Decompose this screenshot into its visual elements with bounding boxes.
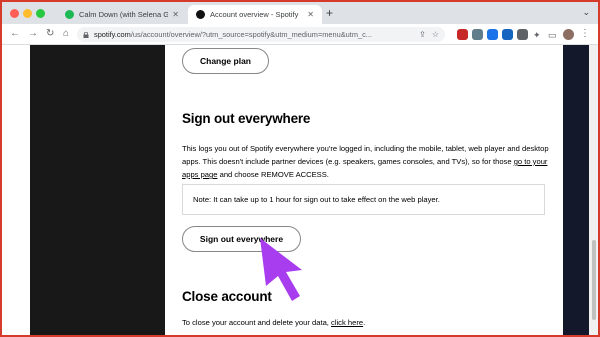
close-window-button[interactable]	[10, 9, 19, 18]
tab-calm-down[interactable]: Calm Down (with Selena Gome ✕	[57, 5, 187, 24]
puzzle-icon[interactable]: ✦	[533, 29, 541, 41]
left-margin	[2, 45, 30, 335]
reload-icon[interactable]: ↻	[46, 28, 54, 40]
tab-title: Account overview - Spotify	[210, 10, 299, 19]
close-account-description: To close your account and delete your da…	[182, 318, 366, 327]
home-icon[interactable]: ⌂	[63, 28, 69, 40]
tab-search-chevron-icon[interactable]: ⌄	[582, 7, 590, 18]
tab-bar: Calm Down (with Selena Gome ✕ Account ov…	[2, 2, 598, 24]
avatar[interactable]	[563, 29, 574, 40]
left-dark-panel	[30, 45, 165, 335]
spotify-favicon-icon	[65, 10, 74, 19]
forward-arrow-icon[interactable]: →	[28, 28, 38, 40]
extension-icon[interactable]	[487, 29, 498, 40]
star-icon[interactable]: ☆	[432, 30, 439, 39]
zoom-window-button[interactable]	[36, 9, 45, 18]
account-content: Change plan Sign out everywhere This log…	[165, 45, 563, 335]
sidebar-icon[interactable]: ▭	[548, 29, 557, 41]
share-icon[interactable]: ⇪	[419, 30, 426, 39]
lock-icon	[83, 31, 89, 38]
page-viewport: Change plan Sign out everywhere This log…	[2, 45, 598, 335]
signout-heading: Sign out everywhere	[182, 111, 311, 126]
spotify-favicon-icon	[196, 10, 205, 19]
signout-note: Note: It can take up to 1 hour for sign …	[182, 184, 545, 215]
right-dark-panel	[563, 45, 589, 335]
sign-out-everywhere-button[interactable]: Sign out everywhere	[182, 226, 301, 252]
extension-icon[interactable]	[457, 29, 468, 40]
tab-account-overview[interactable]: Account overview - Spotify ✕	[188, 5, 322, 24]
url-text: spotify.com/us/account/overview/?utm_sou…	[94, 30, 372, 39]
new-tab-button[interactable]: +	[326, 7, 333, 19]
menu-dots-icon[interactable]: ⋮	[580, 28, 590, 40]
tab-title: Calm Down (with Selena Gome	[79, 10, 169, 19]
address-bar[interactable]: spotify.com/us/account/overview/?utm_sou…	[77, 27, 445, 42]
minimize-window-button[interactable]	[23, 9, 32, 18]
toolbar: ← → ↻ ⌂ spotify.com/us/account/overview/…	[2, 24, 598, 45]
close-account-heading: Close account	[182, 289, 272, 304]
browser-window: Calm Down (with Selena Gome ✕ Account ov…	[2, 2, 598, 335]
close-tab-icon[interactable]: ✕	[172, 10, 179, 19]
change-plan-button[interactable]: Change plan	[182, 48, 269, 74]
back-arrow-icon[interactable]: ←	[10, 28, 20, 40]
close-account-link[interactable]: click here	[331, 318, 363, 327]
scrollbar-thumb[interactable]	[592, 240, 596, 320]
signout-description: This logs you out of Spotify everywhere …	[182, 144, 549, 179]
extension-icon[interactable]	[502, 29, 513, 40]
extension-icon[interactable]	[517, 29, 528, 40]
close-tab-icon[interactable]: ✕	[307, 10, 314, 19]
extension-icon[interactable]	[472, 29, 483, 40]
